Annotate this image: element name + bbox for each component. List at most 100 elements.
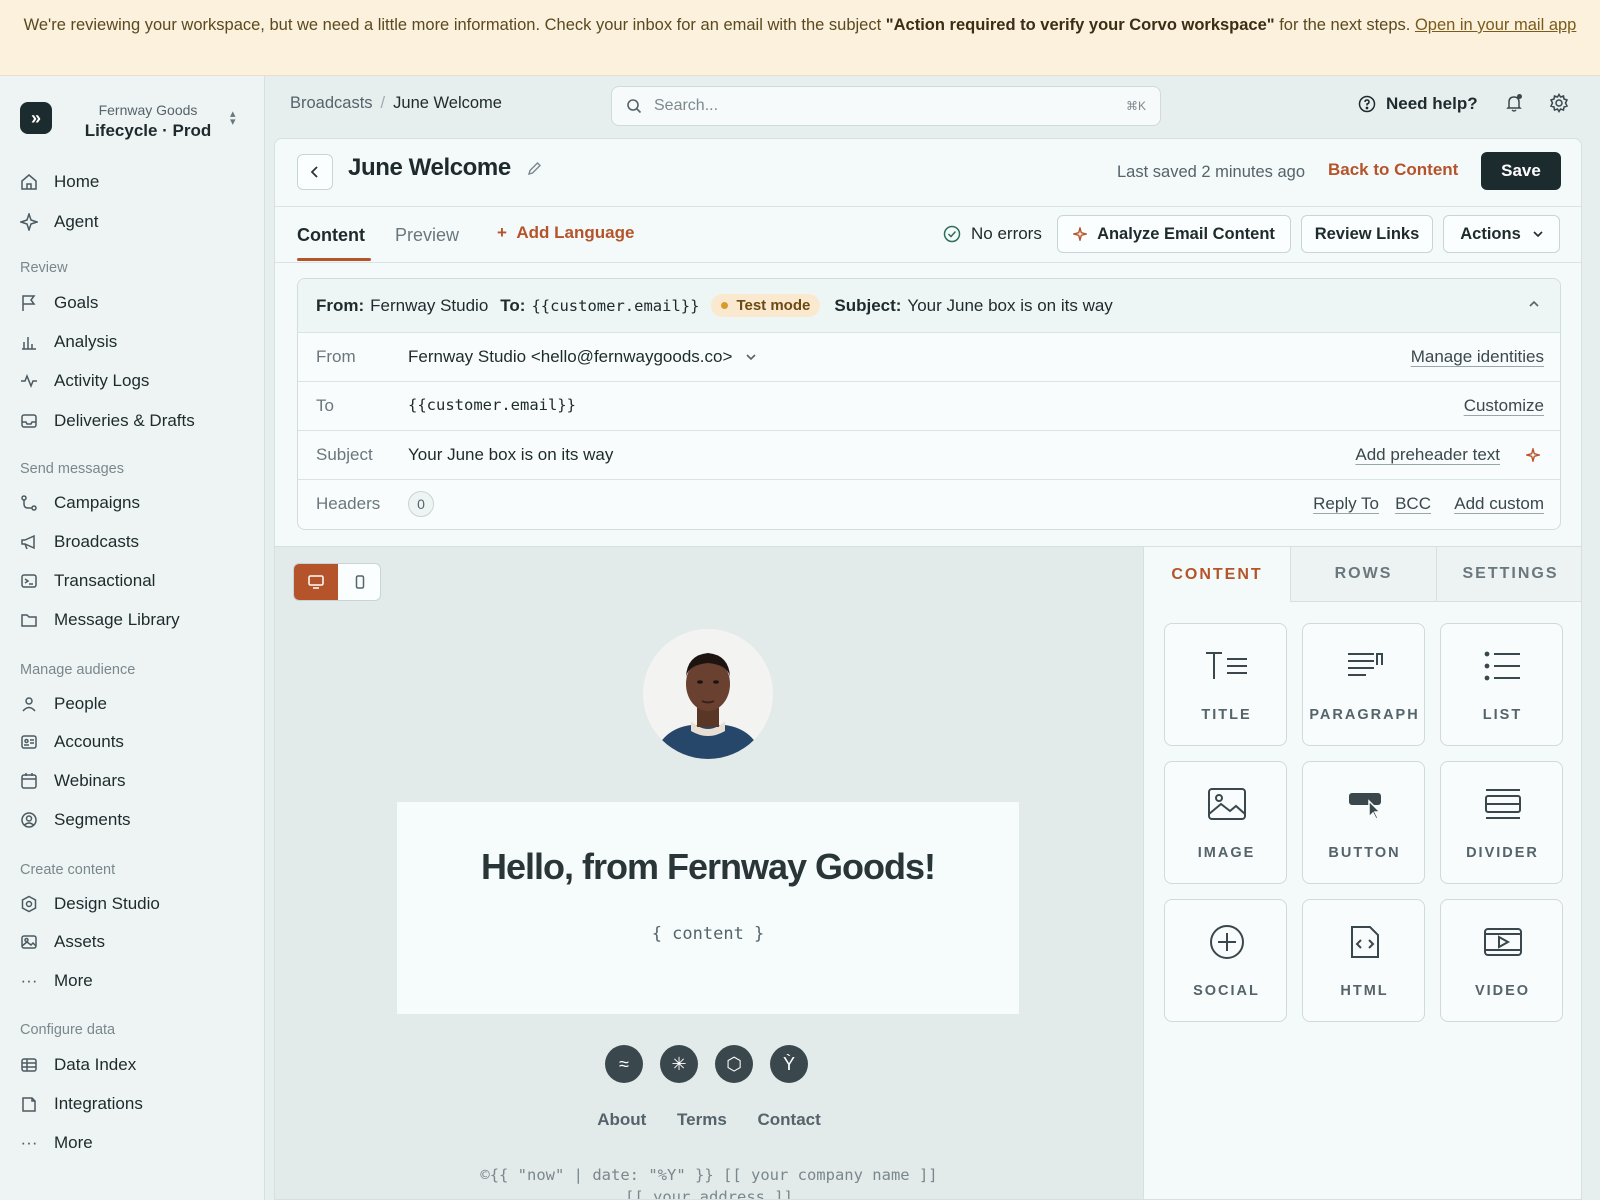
sparkle-icon bbox=[1073, 227, 1088, 241]
workspace-switcher[interactable]: » Fernway Goods Lifecycle · Prod ▴ ▾ bbox=[20, 102, 250, 148]
workspace-org: Fernway Goods bbox=[98, 102, 198, 118]
sidebar-item-transactional[interactable]: Transactional bbox=[20, 566, 155, 596]
block-image[interactable]: IMAGE bbox=[1164, 761, 1287, 884]
terminal-icon bbox=[20, 572, 38, 590]
footer-link-contact[interactable]: Contact bbox=[758, 1110, 821, 1129]
breadcrumb-broadcasts[interactable]: Broadcasts bbox=[290, 94, 373, 112]
chevron-up-icon[interactable] bbox=[1528, 298, 1540, 310]
email-content-placeholder[interactable]: { content } bbox=[397, 924, 1019, 944]
gear-icon[interactable] bbox=[1549, 93, 1569, 118]
block-paragraph[interactable]: PARAGRAPH bbox=[1302, 623, 1425, 746]
sidebar-item-goals[interactable]: Goals bbox=[20, 288, 98, 318]
email-canvas[interactable]: Hello, from Fernway Goods! { content } ≈… bbox=[275, 546, 1143, 1199]
pencil-icon[interactable] bbox=[527, 161, 542, 181]
to-row: To {{customer.email}} Customize bbox=[298, 382, 1560, 431]
sidebar-item-label: Campaigns bbox=[54, 493, 140, 512]
sidebar-item-more-data[interactable]: ··· More bbox=[20, 1128, 93, 1158]
envelope-summary[interactable]: From: Fernway Studio To: {{customer.email}… bbox=[298, 279, 1560, 333]
sidebar-item-people[interactable]: People bbox=[20, 689, 107, 719]
block-list[interactable]: LIST bbox=[1440, 623, 1563, 746]
help-button[interactable]: Need help? bbox=[1358, 94, 1478, 114]
footer-link-terms[interactable]: Terms bbox=[677, 1110, 727, 1129]
sidebar-item-label: Integrations bbox=[54, 1094, 143, 1113]
sidebar-item-more-content[interactable]: ··· More bbox=[20, 966, 93, 996]
home-icon bbox=[20, 173, 38, 191]
route-icon bbox=[20, 494, 38, 512]
validation-status: No errors bbox=[943, 224, 1042, 244]
from-select[interactable]: Fernway Studio <hello@fernwaygoods.co> bbox=[408, 347, 756, 367]
customize-link[interactable]: Customize bbox=[1464, 396, 1544, 416]
list-icon bbox=[1441, 646, 1564, 686]
add-preheader-link[interactable]: Add preheader text bbox=[1355, 445, 1500, 465]
panel-tab-settings[interactable]: SETTINGS bbox=[1436, 547, 1581, 602]
sidebar-item-home[interactable]: Home bbox=[20, 167, 99, 197]
to-label: To bbox=[316, 396, 334, 415]
desktop-view-button[interactable] bbox=[294, 564, 338, 600]
sidebar-item-label: Analysis bbox=[54, 332, 118, 351]
breadcrumb: Broadcasts / June Welcome bbox=[290, 94, 502, 113]
verification-banner: We're reviewing your workspace, but we n… bbox=[0, 0, 1600, 76]
mobile-view-button[interactable] bbox=[338, 564, 380, 600]
sidebar-item-agent[interactable]: Agent bbox=[20, 207, 98, 237]
avatar[interactable] bbox=[643, 629, 773, 759]
sidebar-item-integrations[interactable]: Integrations bbox=[20, 1089, 143, 1119]
block-label: VIDEO bbox=[1474, 983, 1531, 999]
actions-dropdown[interactable]: Actions bbox=[1443, 215, 1560, 253]
block-video[interactable]: VIDEO bbox=[1440, 899, 1563, 1022]
sparkle-icon[interactable] bbox=[1526, 448, 1540, 462]
sidebar-item-assets[interactable]: Assets bbox=[20, 927, 105, 957]
sidebar-item-webinars[interactable]: Webinars bbox=[20, 766, 126, 796]
manage-identities-link[interactable]: Manage identities bbox=[1411, 347, 1544, 367]
subject-input[interactable]: Your June box is on its way bbox=[408, 445, 613, 465]
save-button[interactable]: Save bbox=[1481, 152, 1561, 190]
status-label: No errors bbox=[971, 224, 1042, 243]
sidebar-item-data-index[interactable]: Data Index bbox=[20, 1050, 136, 1080]
sidebar-item-accounts[interactable]: Accounts bbox=[20, 727, 124, 757]
sidebar-item-campaigns[interactable]: Campaigns bbox=[20, 488, 140, 518]
block-title[interactable]: TITLE bbox=[1164, 623, 1287, 746]
back-to-content-link[interactable]: Back to Content bbox=[1328, 160, 1458, 180]
person-icon bbox=[20, 695, 38, 713]
sidebar-item-design-studio[interactable]: Design Studio bbox=[20, 889, 160, 919]
bell-icon[interactable] bbox=[1504, 93, 1524, 118]
banner-text: We're reviewing your workspace, but we n… bbox=[23, 16, 886, 34]
title-icon bbox=[1165, 646, 1288, 686]
tab-preview[interactable]: Preview bbox=[395, 225, 459, 246]
sidebar-item-segments[interactable]: Segments bbox=[20, 805, 131, 835]
add-language-button[interactable]: + Add Language bbox=[497, 223, 634, 243]
social-hexagon-icon[interactable]: ⬡ bbox=[715, 1045, 753, 1083]
sidebar-item-broadcasts[interactable]: Broadcasts bbox=[20, 527, 139, 557]
panel-tab-rows[interactable]: ROWS bbox=[1290, 547, 1436, 602]
sidebar-item-deliveries[interactable]: Deliveries & Drafts bbox=[20, 406, 195, 436]
social-wave-icon[interactable]: ≈ bbox=[605, 1045, 643, 1083]
sidebar-item-label: Deliveries & Drafts bbox=[54, 411, 195, 430]
analyze-email-button[interactable]: Analyze Email Content bbox=[1057, 215, 1291, 253]
section-configure-data: Configure data bbox=[20, 1022, 116, 1038]
email-content-block[interactable]: Hello, from Fernway Goods! { content } bbox=[397, 802, 1019, 1014]
email-heading[interactable]: Hello, from Fernway Goods! bbox=[397, 846, 1019, 888]
block-html[interactable]: HTML bbox=[1302, 899, 1425, 1022]
table-icon bbox=[20, 1056, 38, 1074]
sidebar-item-label: Message Library bbox=[54, 610, 180, 629]
panel-tab-content[interactable]: CONTENT bbox=[1144, 547, 1290, 602]
block-social[interactable]: SOCIAL bbox=[1164, 899, 1287, 1022]
footer-link-about[interactable]: About bbox=[597, 1110, 646, 1129]
back-button[interactable] bbox=[297, 154, 333, 190]
search-input[interactable]: Search... ⌘K bbox=[611, 86, 1161, 126]
reply-to-link[interactable]: Reply To bbox=[1313, 494, 1379, 514]
review-links-button[interactable]: Review Links bbox=[1301, 215, 1433, 253]
open-mail-app-link[interactable]: Open in your mail app bbox=[1415, 16, 1576, 34]
bcc-link[interactable]: BCC bbox=[1395, 494, 1431, 514]
sidebar-item-analysis[interactable]: Analysis bbox=[20, 327, 117, 357]
block-divider[interactable]: DIVIDER bbox=[1440, 761, 1563, 884]
sidebar-item-activity-logs[interactable]: Activity Logs bbox=[20, 366, 149, 396]
block-label: DIVIDER bbox=[1466, 845, 1539, 861]
social-asterisk-icon[interactable]: ✳ bbox=[660, 1045, 698, 1083]
social-sprout-icon[interactable]: Ỳ bbox=[770, 1045, 808, 1083]
sidebar-item-message-library[interactable]: Message Library bbox=[20, 605, 180, 635]
section-review: Review bbox=[20, 260, 68, 276]
add-custom-header-link[interactable]: Add custom bbox=[1454, 494, 1544, 514]
block-button[interactable]: BUTTON bbox=[1302, 761, 1425, 884]
block-label: PARAGRAPH bbox=[1309, 707, 1420, 723]
tab-content[interactable]: Content bbox=[297, 225, 365, 246]
